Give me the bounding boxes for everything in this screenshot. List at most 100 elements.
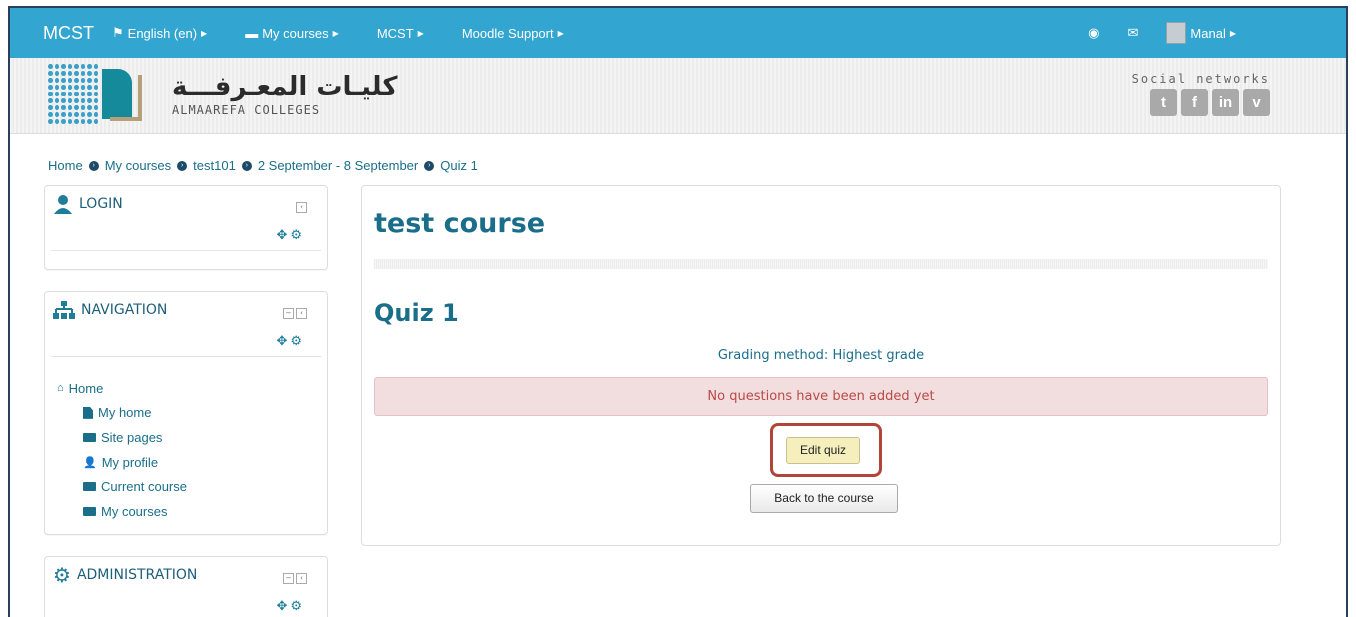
logo-dot bbox=[61, 105, 66, 111]
dock-icon[interactable]: ‹ bbox=[296, 308, 307, 319]
logo-dot bbox=[48, 119, 53, 124]
logo-dot bbox=[93, 64, 98, 69]
logo-dot bbox=[93, 105, 98, 111]
back-to-course-button[interactable]: Back to the course bbox=[750, 484, 898, 513]
folder-icon bbox=[83, 432, 96, 442]
logo-dot bbox=[54, 105, 59, 111]
breadcrumb-home[interactable]: Home bbox=[48, 158, 83, 173]
site-brand[interactable]: MCST bbox=[43, 23, 94, 44]
course-title: test course bbox=[374, 208, 546, 239]
navigation-block-title: NAVIGATION bbox=[81, 302, 168, 318]
logo-dot bbox=[61, 91, 66, 97]
logo-dot bbox=[48, 112, 53, 118]
logo-dot bbox=[93, 119, 98, 124]
logo-dot bbox=[80, 98, 85, 104]
vimeo-icon[interactable]: v bbox=[1243, 89, 1270, 116]
administration-block: ⚙ ADMINISTRATION − ‹ ✥⚙ bbox=[44, 556, 328, 617]
language-menu[interactable]: ⚑ English (en) ▶ bbox=[112, 25, 207, 41]
logo-dot bbox=[54, 70, 59, 76]
facebook-icon[interactable]: f bbox=[1181, 89, 1208, 116]
logo-dot bbox=[48, 64, 53, 69]
logo-dot bbox=[74, 91, 79, 97]
mcst-menu[interactable]: MCST ▶ bbox=[377, 26, 424, 41]
login-block-title: LOGIN bbox=[79, 196, 123, 212]
logo-dot bbox=[48, 84, 53, 90]
language-label: English (en) bbox=[127, 25, 198, 41]
user-icon bbox=[54, 195, 72, 214]
logo-dot bbox=[93, 98, 98, 104]
logo-dot bbox=[87, 64, 92, 69]
twitter-icon[interactable]: t bbox=[1150, 89, 1177, 116]
linkedin-icon[interactable]: in bbox=[1212, 89, 1239, 116]
logo-dot bbox=[67, 70, 72, 76]
dock-icon[interactable]: ‹ bbox=[296, 573, 307, 584]
logo-dot bbox=[74, 112, 79, 118]
edit-quiz-button[interactable]: Edit quiz bbox=[786, 437, 860, 464]
breadcrumb-course[interactable]: test101 bbox=[193, 158, 236, 173]
logo-dot bbox=[93, 91, 98, 97]
logo-dot bbox=[67, 77, 72, 83]
navigation-tree: ⌂ Home My home Site pages 👤 My profile C… bbox=[57, 376, 187, 524]
caret-right-icon: ▶ bbox=[201, 28, 208, 38]
logo-dot bbox=[87, 84, 92, 90]
my-courses-label: My courses bbox=[262, 25, 329, 41]
moodle-support-label: Moodle Support bbox=[461, 25, 554, 41]
block-controls: − ‹ bbox=[283, 308, 307, 319]
logo-dot bbox=[61, 77, 66, 83]
moodle-support-menu[interactable]: Moodle Support ▶ bbox=[462, 26, 564, 41]
logo-dot bbox=[74, 64, 79, 69]
nav-item-label: My profile bbox=[101, 454, 159, 470]
nav-item-my-profile[interactable]: 👤 My profile bbox=[57, 450, 187, 475]
logo-dot bbox=[80, 64, 85, 69]
logo-dot bbox=[54, 84, 59, 90]
collapse-icon[interactable]: − bbox=[283, 573, 294, 584]
move-gear-icons[interactable]: ✥⚙ bbox=[276, 599, 305, 614]
message-icon[interactable]: ✉ bbox=[1128, 26, 1139, 41]
breadcrumb-my-courses[interactable]: My courses bbox=[105, 158, 171, 173]
caret-right-icon: ▶ bbox=[1229, 28, 1236, 38]
logo-dot bbox=[61, 84, 66, 90]
social-networks: Social networks t f in v bbox=[1132, 72, 1270, 116]
nav-item-my-courses[interactable]: My courses bbox=[57, 499, 187, 524]
breadcrumb-quiz[interactable]: Quiz 1 bbox=[440, 158, 478, 173]
nav-item-my-home[interactable]: My home bbox=[57, 401, 187, 426]
move-gear-icons[interactable]: ✥⚙ bbox=[276, 228, 305, 243]
notification-icon[interactable]: ◉ bbox=[1088, 26, 1099, 41]
logo-dot bbox=[48, 105, 53, 111]
social-networks-label: Social networks bbox=[1131, 72, 1270, 86]
breadcrumb-section[interactable]: 2 September - 8 September bbox=[258, 158, 418, 173]
my-courses-menu[interactable]: ▬ My courses ▶ bbox=[245, 26, 339, 41]
login-block-header[interactable]: LOGIN bbox=[45, 186, 327, 222]
logo-dot bbox=[87, 70, 92, 76]
chevron-right-icon: › bbox=[424, 160, 435, 171]
logo-dot bbox=[74, 119, 79, 124]
logo-dot bbox=[67, 84, 72, 90]
logo-dot bbox=[80, 105, 85, 111]
divider bbox=[51, 250, 321, 251]
logo-dot bbox=[48, 70, 53, 76]
logo-book-graphic bbox=[102, 65, 148, 123]
logo-dot bbox=[80, 112, 85, 118]
logo-dot bbox=[87, 105, 92, 111]
dock-icon[interactable]: ‹ bbox=[296, 202, 307, 213]
caret-right-icon: ▶ bbox=[332, 28, 339, 38]
folder-icon bbox=[83, 506, 96, 516]
nav-item-label: Site pages bbox=[101, 429, 163, 445]
collapse-icon[interactable]: − bbox=[283, 308, 294, 319]
caret-right-icon: ▶ bbox=[417, 28, 424, 38]
browser-frame: MCST ⚑ English (en) ▶ ▬ My courses ▶ MCS… bbox=[8, 6, 1348, 617]
avatar bbox=[1166, 22, 1187, 44]
logo-dot bbox=[67, 91, 72, 97]
logo-dot bbox=[61, 64, 66, 69]
main-content: test course Quiz 1 Grading method: Highe… bbox=[361, 185, 1281, 546]
nav-item-current-course[interactable]: Current course bbox=[57, 474, 187, 499]
site-logo[interactable]: كليـات المعـرفـــة ALMAAREFA COLLEGES bbox=[48, 64, 397, 124]
logo-dot bbox=[67, 64, 72, 69]
move-gear-icons[interactable]: ✥⚙ bbox=[276, 334, 305, 349]
logo-dot bbox=[61, 112, 66, 118]
nav-item-home[interactable]: ⌂ Home bbox=[57, 376, 187, 401]
nav-item-site-pages[interactable]: Site pages bbox=[57, 425, 187, 450]
logo-dots-graphic bbox=[48, 64, 98, 124]
user-menu[interactable]: Manal ▶ bbox=[1166, 22, 1236, 44]
logo-dot bbox=[87, 112, 92, 118]
